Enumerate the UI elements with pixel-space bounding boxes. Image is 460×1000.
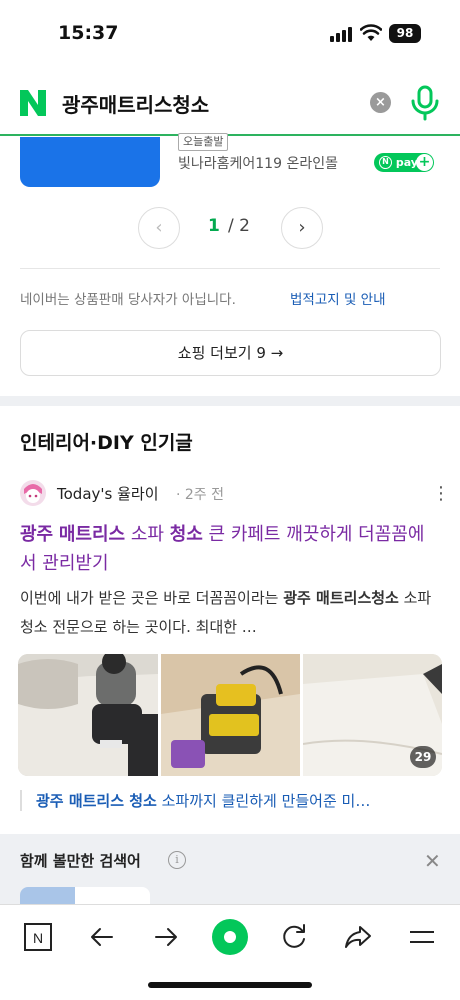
close-icon[interactable]: ✕ [424,849,441,873]
current-page: 1 [208,216,220,236]
share-icon[interactable] [338,917,378,957]
post-photo[interactable] [161,654,300,776]
photo-mattress-worker-icon [18,654,158,776]
section-title: 인테리어·DIY 인기글 [20,432,193,454]
forward-arrow-icon[interactable] [146,917,186,957]
clear-search-button[interactable]: × [370,92,391,113]
legal-notice-link[interactable]: 법적고지 및 안내 [290,288,386,308]
more-options-icon[interactable]: ⋮ [432,484,450,504]
title-highlight: 매트리스 [58,524,126,545]
microphone-icon[interactable] [410,84,440,122]
naver-logo-icon[interactable] [18,88,48,118]
author-avatar[interactable] [20,480,46,506]
divider [20,268,440,269]
related-highlight: 광주 매트리스 청소 [36,792,157,810]
avatar-image-icon [20,480,46,506]
snippet-text: 이번에 내가 받은 곳은 바로 더꼼꼼이라는 [20,589,284,607]
post-photo[interactable] [18,654,158,776]
total-pages: / 2 [228,216,250,236]
wifi-icon [360,24,382,41]
cosearch-thumbnail [20,887,75,905]
npay-label: pay [395,156,418,169]
cosearch-card[interactable] [20,887,150,905]
npay-plus-icon: + [416,154,433,171]
post-snippet: 이번에 내가 받은 곳은 바로 더꼼꼼이라는 광주 매트리스청소 소파청소 전문… [20,584,440,642]
battery-icon: 98 [389,24,421,43]
author-name[interactable]: Today's 율라이 [57,483,159,504]
photo-count-badge: 29 [410,746,436,768]
status-time: 15:37 [58,22,119,44]
seller-name[interactable]: 빛나라홈케어119 온라인몰 [178,153,338,173]
fast-delivery-badge: 오늘출발 [178,133,229,151]
back-arrow-icon[interactable] [82,917,122,957]
cosearch-title: 함께 볼만한 검색어 [20,852,141,870]
product-thumbnail[interactable] [20,137,160,187]
title-highlight: 광주 [20,524,54,545]
snippet-highlight: 광주 매트리스청소 [283,589,399,607]
post-title[interactable]: 광주 매트리스 소파 청소 큰 카페트 깨끗하게 더꼼꼼에서 관리받기 [20,520,440,578]
title-text: 소파 [125,524,170,545]
info-icon[interactable]: i [168,851,186,869]
home-icon[interactable]: N [18,917,58,957]
search-bar: 광주매트리스청소 × [0,70,460,136]
prev-page-button[interactable]: ‹ [138,207,180,249]
menu-icon[interactable] [402,917,442,957]
signal-icon [330,26,354,42]
home-indicator [148,982,312,988]
npay-n-icon: N [379,155,392,169]
title-highlight: 청소 [169,524,203,545]
seller-notice: 네이버는 상품판매 당사자가 아닙니다. [20,292,236,308]
shopping-more-button[interactable]: 쇼핑 더보기 9 → [20,330,441,376]
search-input[interactable]: 광주매트리스청소 [62,89,209,118]
post-time: · 2주 전 [176,487,225,503]
green-dot-icon[interactable] [210,917,250,957]
related-post-link[interactable]: 광주 매트리스 청소 소파까지 클린하게 만들어준 미… [20,790,440,811]
related-text: 소파까지 클린하게 만들어준 미… [156,792,371,810]
refresh-icon[interactable] [274,917,314,957]
section-separator [0,396,460,406]
photo-cleaning-machine-icon [161,654,300,776]
next-page-button[interactable]: › [281,207,323,249]
npay-badge: N pay + [374,153,434,172]
status-bar: 15:37 98 [0,0,460,70]
svg-text:N: N [33,930,43,946]
